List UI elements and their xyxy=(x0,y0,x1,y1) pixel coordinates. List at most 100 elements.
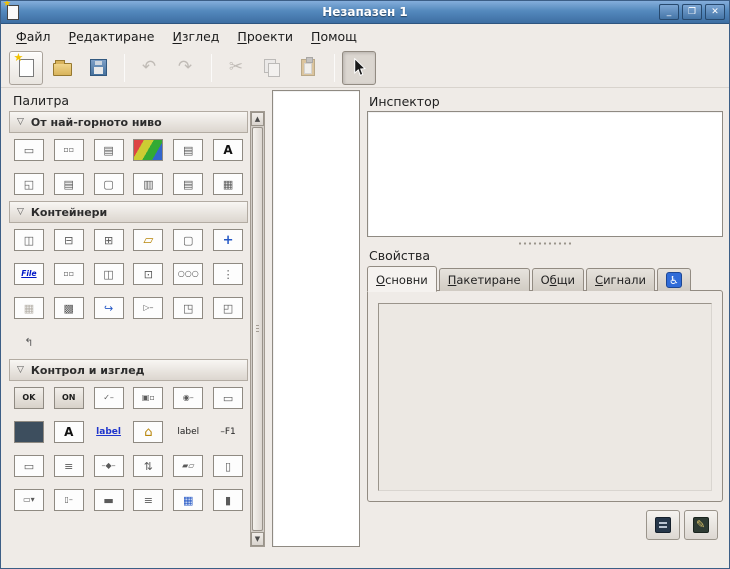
toolbar-separator xyxy=(334,54,335,82)
tab-accessibility[interactable]: ♿ xyxy=(657,268,691,291)
maximize-button[interactable]: ❐ xyxy=(682,4,702,20)
properties-details-button[interactable] xyxy=(646,510,680,540)
copy-icon xyxy=(264,59,280,76)
font-selection-dialog-icon[interactable]: A xyxy=(208,133,248,167)
folder-icon[interactable]: ▱ xyxy=(128,223,168,257)
aspectframe-icon[interactable]: ◰ xyxy=(208,291,248,325)
properties-edit-button[interactable] xyxy=(684,510,718,540)
vscale-icon[interactable]: ▯ xyxy=(208,449,248,483)
radio-button-icon[interactable]: ◉– xyxy=(168,381,208,415)
viewport-icon[interactable]: ◳ xyxy=(168,291,208,325)
plug-icon[interactable]: ▦ xyxy=(208,167,248,201)
palette-section-header[interactable]: ▽От най-горното ниво xyxy=(9,111,248,133)
close-button[interactable]: ✕ xyxy=(705,4,725,20)
combo-box-icon[interactable]: ▭▾ xyxy=(9,483,49,517)
scroll-up-icon[interactable]: ▲ xyxy=(251,112,264,126)
vscrollbar-icon[interactable]: ▮ xyxy=(208,483,248,517)
titlebar[interactable]: Незапазен 1 _ ❐ ✕ xyxy=(1,1,729,24)
font-button-icon[interactable]: A xyxy=(49,415,89,449)
alignment-icon[interactable]: + xyxy=(208,223,248,257)
scrollbar-thumb[interactable] xyxy=(252,127,263,531)
scroll-down-icon[interactable]: ▼ xyxy=(251,532,264,546)
undo-icon: ↶ xyxy=(142,59,156,76)
label-icon[interactable]: label xyxy=(89,415,129,449)
combo-box-entry-icon[interactable]: ▯– xyxy=(49,483,89,517)
window-group-icon[interactable]: ▤ xyxy=(168,167,208,201)
cut-button[interactable]: ✂ xyxy=(219,51,253,85)
minimize-button[interactable]: _ xyxy=(659,4,679,20)
layout-icon[interactable]: ▩ xyxy=(49,291,89,325)
tab-packing[interactable]: Пакетиране xyxy=(439,268,530,291)
table-icon[interactable]: ⊞ xyxy=(89,223,129,257)
design-canvas[interactable] xyxy=(272,90,360,547)
window-icon[interactable]: ▭ xyxy=(9,133,49,167)
icon-view-icon[interactable]: ▦ xyxy=(168,483,208,517)
menu-view[interactable]: Изглед xyxy=(164,26,229,47)
color-selection-dialog-icon[interactable]: ▦ xyxy=(128,133,168,167)
menu-file[interactable]: Файл xyxy=(7,26,60,47)
details-icon xyxy=(655,517,671,533)
inspector-panel[interactable] xyxy=(367,111,723,237)
color-button-icon[interactable] xyxy=(9,415,49,449)
toggle-button-icon[interactable]: ON xyxy=(49,381,89,415)
spin-button-icon[interactable]: ⇅ xyxy=(128,449,168,483)
accel-label-icon[interactable]: –F1 xyxy=(208,415,248,449)
button-icon[interactable]: OK xyxy=(9,381,49,415)
message-dialog-icon[interactable]: ▤ xyxy=(89,133,129,167)
redo-button[interactable]: ↷ xyxy=(168,51,202,85)
statusbar-icon[interactable]: ≡ xyxy=(128,483,168,517)
tab-signals[interactable]: Сигнали xyxy=(586,268,655,291)
new-button[interactable] xyxy=(9,51,43,85)
palette-label: Палитра xyxy=(13,93,69,108)
properties-buttons xyxy=(646,510,718,540)
recent-chooser-dialog-icon[interactable]: ▥ xyxy=(128,167,168,201)
about-dialog-icon[interactable]: ▤ xyxy=(49,167,89,201)
menu-edit[interactable]: Редактиране xyxy=(60,26,164,47)
properties-empty-area xyxy=(378,303,712,491)
hscale-icon[interactable]: –◆– xyxy=(89,449,129,483)
palette-section-header[interactable]: ▽Контейнери xyxy=(9,201,248,223)
copy-button[interactable] xyxy=(255,51,289,85)
text-label-icon[interactable]: label xyxy=(168,415,208,449)
vbuttonbox-icon[interactable]: ⋮ xyxy=(208,257,248,291)
tab-general[interactable]: Основни xyxy=(367,266,437,292)
entry-icon[interactable]: ▭ xyxy=(9,449,49,483)
properties-label: Свойства xyxy=(369,248,430,263)
arrow-icon[interactable]: ↰ xyxy=(9,325,49,359)
menu-projects[interactable]: Проекти xyxy=(228,26,302,47)
hscrollbar-icon[interactable]: ▬ xyxy=(89,483,129,517)
open-button[interactable] xyxy=(45,51,79,85)
paned-icon[interactable]: ◫ xyxy=(89,257,129,291)
menu-help[interactable]: Помощ xyxy=(302,26,366,47)
image-icon[interactable]: ⌂ xyxy=(128,415,168,449)
frame-icon[interactable]: ▢ xyxy=(168,223,208,257)
save-button[interactable] xyxy=(81,51,115,85)
expander-icon[interactable]: ▷– xyxy=(128,291,168,325)
fixed-icon[interactable]: ▦ xyxy=(9,291,49,325)
progress-bar-icon[interactable]: ▰▱ xyxy=(168,449,208,483)
paned-grip[interactable] xyxy=(519,241,571,246)
file-chooser-dialog-icon[interactable]: ▤ xyxy=(168,133,208,167)
assistant-icon[interactable]: ▢ xyxy=(89,167,129,201)
combo-icon[interactable]: ▣▫ xyxy=(128,381,168,415)
vbox-icon[interactable]: ⊟ xyxy=(49,223,89,257)
paste-button[interactable] xyxy=(291,51,325,85)
hbuttonbox-icon[interactable]: ○○○ xyxy=(168,257,208,291)
palette-scrollbar[interactable]: ▲ ▼ xyxy=(250,111,265,547)
paste-icon xyxy=(301,59,315,76)
notebook-icon[interactable]: ⊡ xyxy=(128,257,168,291)
toolbar-icon[interactable]: ▫▫ xyxy=(49,257,89,291)
selector-button[interactable] xyxy=(342,51,376,85)
dialog-icon[interactable]: ▫▫ xyxy=(49,133,89,167)
menubar-icon[interactable]: File xyxy=(9,257,49,291)
tab-common[interactable]: Общи xyxy=(532,268,584,291)
file-chooser-button-icon[interactable]: ▭ xyxy=(208,381,248,415)
check-button-icon[interactable]: ✓– xyxy=(89,381,129,415)
text-view-icon[interactable]: ≡ xyxy=(49,449,89,483)
undo-button[interactable]: ↶ xyxy=(132,51,166,85)
pointer-icon xyxy=(351,58,368,77)
handlebox-icon[interactable]: ↪ xyxy=(89,291,129,325)
palette-section-header[interactable]: ▽Контрол и изглед xyxy=(9,359,248,381)
input-dialog-icon[interactable]: ◱ xyxy=(9,167,49,201)
hbox-icon[interactable]: ◫ xyxy=(9,223,49,257)
